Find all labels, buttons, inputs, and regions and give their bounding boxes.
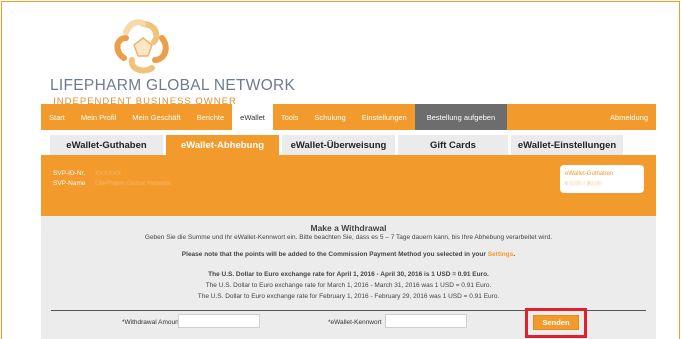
nav-mein-profil[interactable]: Mein Profil [73, 104, 124, 130]
withdrawal-amount-label: *Withdrawal Amount [122, 319, 181, 326]
brand-name: LIFEPHARM GLOBAL NETWORK [50, 77, 296, 94]
svp-id-label: SVP-ID-Nr. [53, 170, 86, 177]
nav-einstellungen[interactable]: Einstellungen [354, 104, 415, 130]
tab-ewallet-ueberweisung[interactable]: eWallet-Überweisung [282, 135, 395, 155]
tab-gift-cards[interactable]: Gift Cards [398, 135, 508, 155]
exchange-rate-march: The U.S. Dollar to Euro exchange rate fo… [205, 282, 492, 289]
account-info-band: SVP-ID-Nr. XXXXXX SVP-Name LifePharm Glo… [41, 155, 656, 216]
tab-ewallet-einstellungen[interactable]: eWallet-Einstellungen [511, 135, 623, 155]
tab-ewallet-guthaben[interactable]: eWallet-Guthaben [50, 135, 163, 155]
tab-ewallet-abhebung[interactable]: eWallet-Abhebung [166, 135, 279, 155]
submit-button[interactable]: Senden [533, 315, 579, 330]
exchange-rate-february: The U.S. Dollar to Euro exchange rate fo… [197, 293, 500, 300]
settings-note-prefix: Please note that the points will be adde… [181, 251, 488, 258]
ewallet-password-label: *eWallet-Kennwort [328, 319, 382, 326]
ewallet-password-input[interactable] [385, 314, 467, 328]
svp-name-value: LifePharm Global Network [95, 180, 171, 187]
balance-link[interactable]: eWallet-Guthaben [565, 169, 639, 179]
nav-ewallet[interactable]: eWallet [232, 104, 273, 130]
settings-note: Please note that the points will be adde… [41, 251, 656, 258]
exchange-rate-current: The U.S. Dollar to Euro exchange rate fo… [208, 271, 489, 278]
balance-value: € 0,00 / $0,00 [565, 181, 602, 187]
ewallet-tabs: eWallet-Guthaben eWallet-Abhebung eWalle… [50, 135, 623, 155]
balance-box: eWallet-Guthaben € 0,00 / $0,00 [560, 165, 644, 193]
svp-name-label: SVP-Name [53, 180, 86, 187]
nav-tools[interactable]: Tools [273, 104, 307, 130]
svp-id-value: XXXXXX [95, 170, 122, 177]
nav-start[interactable]: Start [41, 104, 73, 130]
nav-berichte[interactable]: Berichte [189, 104, 233, 130]
svp-id-row: SVP-ID-Nr. XXXXXX [53, 170, 121, 177]
brand-logo[interactable]: LIFEPHARM GLOBAL NETWORK INDEPENDENT BUS… [50, 18, 296, 107]
instruction-text: Geben Sie die Summe und Ihr eWallet-Kenn… [144, 234, 553, 241]
top-navigation: Start Mein Profil Mein Geschäft Berichte… [41, 104, 656, 130]
page-title: Make a Withdrawal [310, 223, 387, 233]
nav-bestellung-aufgeben[interactable]: Bestellung aufgeben [414, 104, 508, 130]
nav-schulung[interactable]: Schulung [306, 104, 353, 130]
flower-knot-logo-icon [114, 19, 169, 74]
settings-note-suffix: . [513, 251, 516, 258]
nav-mein-geschaeft[interactable]: Mein Geschäft [124, 104, 188, 130]
withdrawal-amount-input[interactable] [178, 314, 260, 328]
settings-link[interactable]: Settings [488, 251, 514, 258]
svp-name-row: SVP-Name LifePharm Global Network [53, 180, 171, 187]
logout-link[interactable]: Abmeldung [602, 104, 656, 130]
